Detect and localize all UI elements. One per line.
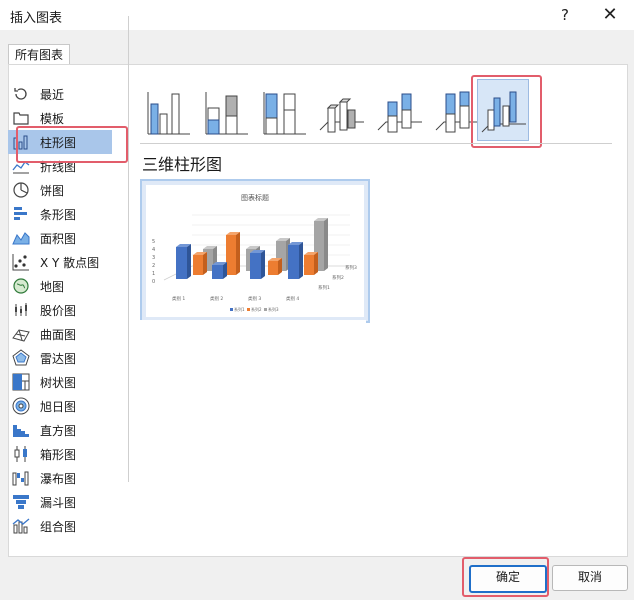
sidebar-item-treemap[interactable]: 树状图: [8, 370, 112, 394]
sidebar-item-label: 面积图: [40, 232, 77, 246]
map-chart-icon: [13, 278, 29, 294]
subtype-stacked-column[interactable]: [200, 80, 250, 140]
folder-icon: [13, 112, 29, 125]
radar-chart-icon: [12, 349, 30, 366]
dialog-title: 插入图表: [10, 11, 63, 26]
y-tick-label: 5: [152, 239, 155, 245]
sidebar-item-radar[interactable]: 雷达图: [8, 346, 112, 370]
sidebar-item-label: 饼图: [40, 184, 65, 198]
sidebar-item-waterfall[interactable]: 瀑布图: [8, 466, 112, 490]
legend-label: 系列2: [251, 306, 262, 312]
box-chart-icon: [14, 446, 27, 462]
sidebar-item-label: 直方图: [40, 424, 77, 438]
sidebar-item-combo[interactable]: 组合图: [8, 514, 112, 538]
sidebar-item-label: 最近: [40, 88, 65, 102]
depth-label: 系列3: [345, 264, 357, 271]
stacked-column-thumb-icon: [205, 92, 248, 135]
subtype-3d-stacked-column[interactable]: [374, 80, 424, 140]
sidebar-item-bar[interactable]: 条形图: [8, 202, 112, 226]
preview-legend: 系列1 系列2 系列3: [230, 306, 279, 312]
divider: [140, 143, 612, 144]
depth-label: 系列1: [318, 284, 330, 291]
bar-chart-icon: [14, 207, 27, 220]
sunburst-chart-icon: [12, 397, 30, 415]
clustered-column-thumb-icon: [147, 92, 190, 135]
sidebar-item-label: 箱形图: [40, 448, 77, 462]
legend-label: 系列1: [234, 306, 245, 312]
sidebar-item-label: 瀑布图: [40, 472, 77, 486]
sidebar-item-stock[interactable]: 股价图: [8, 298, 112, 322]
sidebar-item-label: 模板: [40, 112, 65, 126]
stock-chart-icon: [15, 303, 27, 316]
y-tick-label: 3: [152, 255, 155, 261]
scatter-chart-icon: [12, 254, 29, 271]
close-button[interactable]: ✕: [595, 3, 625, 27]
sidebar-item-label: 组合图: [40, 520, 77, 534]
sidebar-item-label: 雷达图: [40, 352, 77, 366]
sidebar-item-surface[interactable]: 曲面图: [8, 322, 112, 346]
cancel-button[interactable]: 取消: [552, 565, 628, 591]
area-chart-icon: [12, 232, 30, 245]
3d-stacked-column-thumb-icon: [377, 93, 422, 133]
sidebar-item-scatter[interactable]: X Y 散点图: [8, 250, 112, 274]
y-tick-label: 4: [152, 247, 155, 253]
chart-preview[interactable]: 图表标题 5 4 3 2 1 0 类别 1 类别 2 类别 3 类别 4 系列3…: [140, 179, 370, 323]
insert-chart-dialog: 插入图表 ? ✕ 所有图表 最近 模板 柱形图 折线图 饼图 条形图 面积图 X…: [0, 0, 634, 600]
sidebar-item-label: 地图: [40, 280, 65, 294]
category-label: 类别 1: [172, 295, 185, 302]
chart-preview-canvas: 图表标题 5 4 3 2 1 0 类别 1 类别 2 类别 3 类别 4 系列3…: [146, 185, 364, 317]
title-bar: 插入图表 ? ✕: [0, 0, 634, 30]
sidebar-item-label: 旭日图: [40, 400, 77, 414]
combo-chart-icon: [12, 518, 30, 534]
sidebar-item-label: 漏斗图: [40, 496, 77, 510]
recent-icon: [14, 88, 27, 100]
y-tick-label: 1: [152, 271, 155, 277]
y-tick-label: 0: [152, 279, 155, 285]
treemap-chart-icon: [12, 373, 30, 391]
sidebar-item-label: 条形图: [40, 208, 77, 222]
sidebar-item-pie[interactable]: 饼图: [8, 178, 112, 202]
y-tick-label: 2: [152, 263, 155, 269]
help-button[interactable]: ?: [550, 3, 580, 27]
category-label: 类别 4: [286, 295, 299, 302]
depth-label: 系列2: [332, 274, 344, 281]
funnel-chart-icon: [13, 495, 29, 509]
sidebar-item-boxplot[interactable]: 箱形图: [8, 442, 112, 466]
percent-stacked-column-thumb-icon: [263, 92, 306, 135]
subtype-name: 三维柱形图: [142, 155, 223, 174]
sidebar-item-label: X Y 散点图: [40, 256, 100, 270]
preview-3d-chart: 5 4 3 2 1 0 类别 1 类别 2 类别 3 类别 4 系列3 系列2 …: [152, 214, 357, 312]
sidebar-item-histogram[interactable]: 直方图: [8, 418, 112, 442]
3d-clustered-column-thumb-icon: [319, 98, 364, 133]
tab-bar: 所有图表: [0, 30, 634, 66]
legend-label: 系列3: [268, 306, 279, 312]
category-label: 类别 2: [210, 295, 223, 302]
highlight-selected-subtype: [471, 75, 542, 148]
subtype-clustered-column[interactable]: [142, 80, 192, 140]
subtype-3d-clustered-column[interactable]: [316, 80, 366, 140]
highlight-ok-button: [462, 557, 549, 597]
sidebar-item-label: 股价图: [40, 304, 77, 318]
subtype-100-stacked-column[interactable]: [258, 80, 308, 140]
sidebar-item-recent[interactable]: 最近: [8, 82, 112, 106]
preview-list-area: [140, 320, 366, 546]
category-label: 类别 3: [248, 295, 261, 302]
divider: [128, 16, 129, 482]
surface-chart-icon: [12, 329, 30, 342]
histogram-chart-icon: [13, 425, 29, 437]
sidebar-item-label: 曲面图: [40, 328, 77, 342]
sidebar-item-label: 树状图: [40, 376, 77, 390]
highlight-selected-type: [16, 126, 128, 163]
sidebar-item-funnel[interactable]: 漏斗图: [8, 490, 112, 514]
pie-chart-icon: [13, 182, 29, 198]
waterfall-chart-icon: [12, 471, 29, 486]
sidebar-item-area[interactable]: 面积图: [8, 226, 112, 250]
tab-all-charts[interactable]: 所有图表: [8, 44, 71, 66]
sidebar-item-sunburst[interactable]: 旭日图: [8, 394, 112, 418]
sidebar-item-map[interactable]: 地图: [8, 274, 112, 298]
